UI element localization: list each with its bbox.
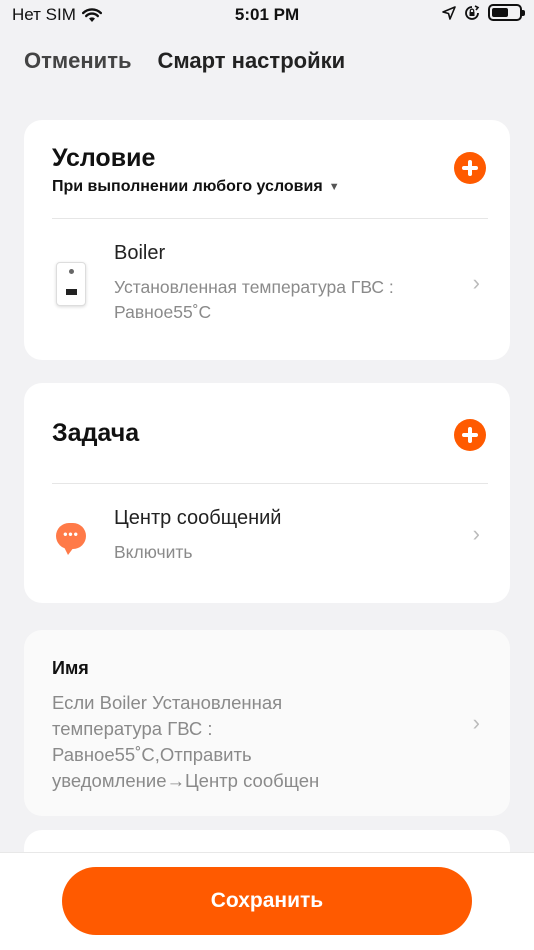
condition-detail-line2: Равное55˚C (114, 302, 212, 322)
name-line-1: Если Boiler Установленная (52, 692, 283, 713)
orientation-lock-icon (465, 4, 480, 20)
save-button[interactable]: Сохранить (62, 867, 472, 935)
location-arrow-icon (442, 5, 456, 20)
chevron-right-icon: › (472, 521, 480, 546)
condition-device-name: Boiler (114, 242, 166, 264)
bottom-bar: Сохранить (0, 852, 534, 950)
condition-item-boiler[interactable]: Boiler Установленная температура ГВС : Р… (24, 120, 510, 360)
cancel-button[interactable]: Отменить (24, 48, 132, 74)
name-value: Если Boiler Установленная температура ГВ… (52, 690, 412, 794)
condition-card: Условие При выполнении любого условия ▼ … (24, 120, 510, 360)
task-item-title: Центр сообщений (114, 507, 282, 529)
battery-level (492, 8, 508, 17)
name-line-2: температура ГВС : (52, 718, 213, 739)
name-line-3: Равное55˚C,Отправить (52, 744, 252, 765)
nav-bar: Отменить Смарт настройки (24, 44, 510, 78)
task-item-message-center[interactable]: ••• Центр сообщений Включить › (24, 383, 510, 603)
message-center-icon: ••• (56, 523, 86, 555)
condition-detail-line1: Установленная температура ГВС : (114, 277, 394, 297)
status-right (442, 4, 525, 21)
battery-icon (488, 4, 525, 21)
status-bar: Нет SIM 5:01 PM (0, 0, 534, 32)
name-line-4: уведомление→Центр сообщен (52, 770, 320, 791)
page-title: Смарт настройки (157, 48, 346, 73)
chevron-right-icon: › (472, 270, 480, 295)
name-card[interactable]: Имя Если Boiler Установленная температур… (24, 630, 510, 816)
task-card: Задача ••• Центр сообщений Включить › (24, 383, 510, 603)
name-label: Имя (52, 658, 89, 678)
task-item-subtitle: Включить (114, 542, 193, 562)
boiler-device-icon (56, 262, 86, 306)
chevron-right-icon: › (472, 710, 480, 735)
